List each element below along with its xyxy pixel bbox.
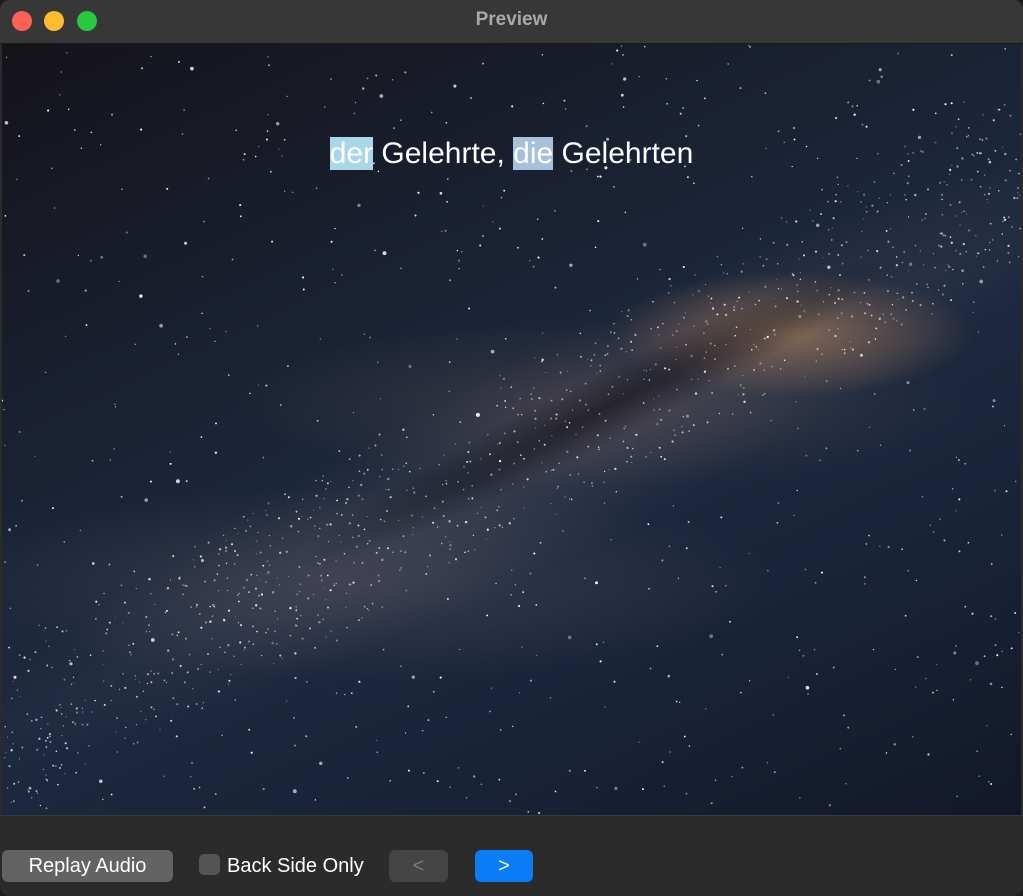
next-button[interactable]: >	[475, 850, 533, 882]
noun-singular: Gelehrte,	[373, 137, 514, 170]
previous-button[interactable]: <	[389, 850, 448, 882]
back-side-only-label[interactable]: Back Side Only	[227, 850, 364, 882]
replay-audio-button[interactable]: Replay Audio	[2, 850, 173, 882]
noun-plural: Gelehrten	[553, 137, 694, 170]
article-der: der	[329, 137, 374, 170]
preview-window: Preview der Gelehrte, die Gelehrten Repl…	[0, 0, 1023, 896]
window-title: Preview	[475, 9, 548, 30]
article-die: die	[513, 137, 554, 170]
back-side-only-checkbox[interactable]	[199, 854, 220, 875]
controls-bar: Replay Audio Back Side Only < >	[0, 815, 1023, 896]
title-bar[interactable]: Preview	[0, 0, 1023, 44]
card-preview: der Gelehrte, die Gelehrten	[2, 44, 1021, 815]
card-front-text: der Gelehrte, die Gelehrten	[2, 137, 1021, 171]
